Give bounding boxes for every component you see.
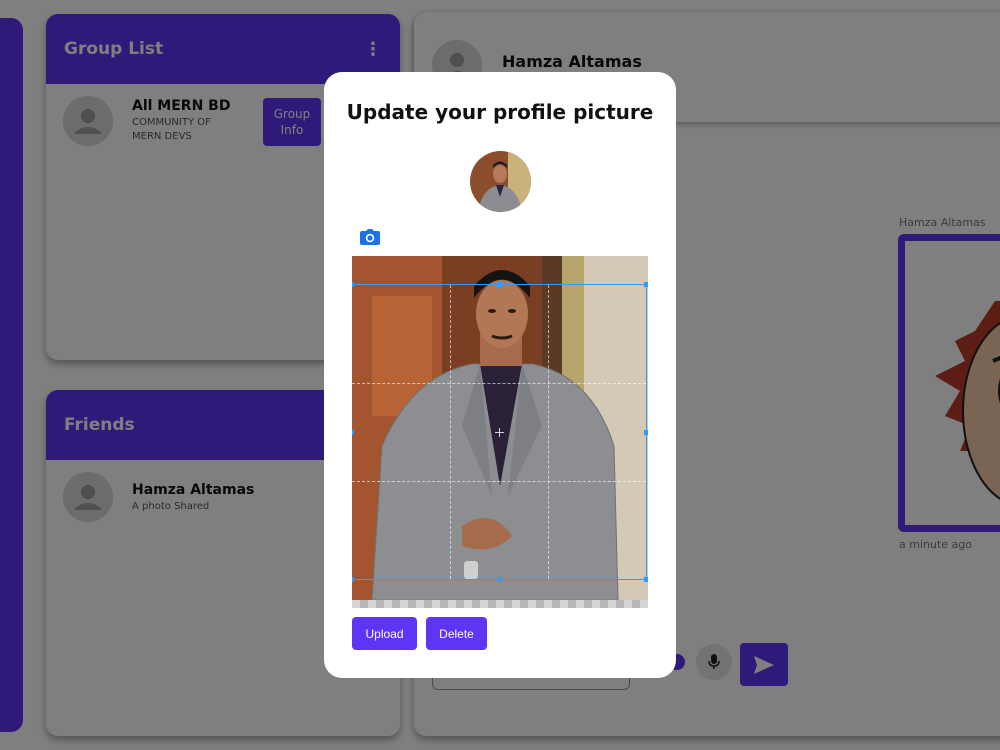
crop-handle-ne[interactable] (644, 282, 648, 287)
crop-selection-box[interactable] (352, 282, 648, 582)
crop-handle-w[interactable] (352, 430, 354, 435)
crop-center-icon (495, 428, 504, 437)
upload-button[interactable]: Upload (352, 617, 417, 650)
image-cropper[interactable] (352, 256, 648, 608)
crop-handle-se[interactable] (644, 577, 648, 582)
crop-handle-s[interactable] (497, 577, 502, 582)
delete-button[interactable]: Delete (426, 617, 487, 650)
app-root: Group List ⋮ All MERN BD COMMUNITY OF ME… (0, 0, 1000, 750)
crop-handle-e[interactable] (644, 430, 648, 435)
cropper-checker-background (352, 600, 648, 608)
camera-icon[interactable] (360, 228, 380, 246)
profile-picture-modal: Update your profile picture Upload Delet… (324, 72, 676, 678)
modal-title: Update your profile picture (346, 100, 654, 124)
crop-handle-nw[interactable] (352, 282, 354, 287)
crop-handle-n[interactable] (497, 282, 502, 287)
profile-preview-avatar (470, 151, 531, 212)
crop-handle-sw[interactable] (352, 577, 354, 582)
